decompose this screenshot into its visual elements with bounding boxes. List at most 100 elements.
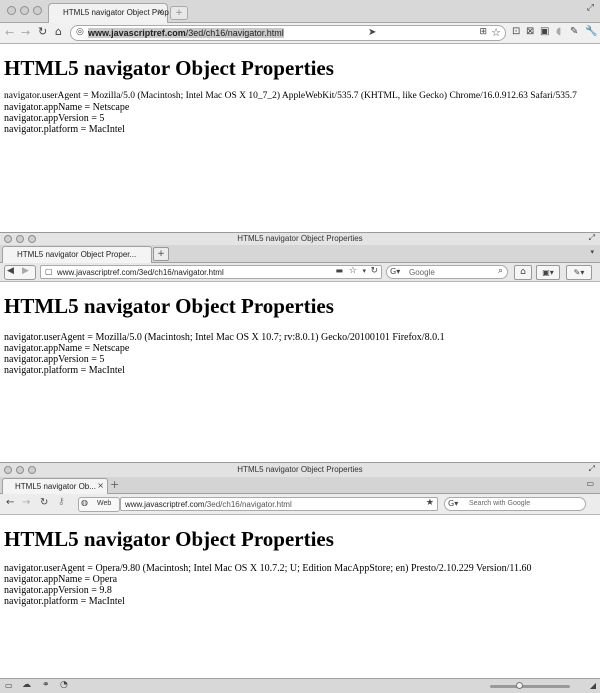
page-icon: ▢ — [45, 267, 53, 276]
fullscreen-icon[interactable]: ⤢ — [589, 233, 595, 243]
extension-badge-icon[interactable]: ⊞ — [479, 27, 487, 37]
firefox-search-box[interactable]: G▾ Google ⌕ — [386, 265, 508, 279]
speed-icon[interactable]: ◔ — [60, 680, 68, 690]
plus-icon: + — [157, 249, 165, 259]
tab-list-icon[interactable]: ▾ — [590, 248, 594, 256]
zoom-slider-thumb[interactable] — [516, 682, 523, 689]
search-icon[interactable]: ⌕ — [498, 266, 503, 276]
extension-icon-2[interactable]: ⊠ — [526, 26, 534, 37]
mouse-cursor-icon: ➤ — [368, 27, 377, 38]
url-domain: www.javascriptref.com — [88, 28, 186, 38]
page-heading: HTML5 navigator Object Properties — [4, 56, 334, 80]
firefox-tab-active[interactable]: HTML5 navigator Object Proper... — [2, 246, 152, 263]
firefox-tab-strip: HTML5 navigator Object Proper... + ▾ — [0, 245, 600, 263]
forward-icon[interactable]: → — [22, 497, 30, 508]
opera-title-bar: HTML5 navigator Object Properties ⤢ — [0, 462, 600, 477]
firefox-title-bar: HTML5 navigator Object Properties ⤢ — [0, 232, 600, 245]
home-icon[interactable]: ⌂ — [55, 25, 62, 38]
search-engine-icon[interactable]: G▾ — [448, 499, 458, 508]
close-tab-icon[interactable]: × — [97, 481, 104, 490]
key-icon[interactable]: ⚷ — [58, 497, 65, 507]
opera-tab-active[interactable]: HTML5 navigator Ob... × — [2, 478, 108, 494]
globe-icon: ◍ — [81, 498, 88, 507]
opera-search-box[interactable]: G▾ Search with Google — [444, 497, 586, 511]
fullscreen-icon[interactable]: ⤢ — [587, 3, 594, 13]
opera-page-content: HTML5 navigator Object Properties naviga… — [0, 527, 600, 607]
new-tab-button[interactable]: + — [110, 478, 119, 491]
firefox-page-content: HTML5 navigator Object Properties naviga… — [0, 294, 600, 376]
forward-icon[interactable]: → — [21, 26, 30, 39]
extension-icon-4[interactable]: ◖ — [556, 26, 561, 37]
forward-icon[interactable]: ▶ — [22, 266, 29, 276]
home-icon: ⌂ — [520, 267, 526, 277]
opera-toolbar: ← → ↻ ⚷ ◍ Web www.javascriptref.com/3ed/… — [0, 494, 600, 515]
search-engine-icon[interactable]: G▾ — [390, 267, 400, 276]
opera-tab-strip: HTML5 navigator Ob... × + ▭ — [0, 477, 600, 494]
history-dropdown-icon[interactable]: ▾ — [362, 267, 366, 275]
back-icon[interactable]: ◀ — [7, 266, 14, 276]
firefox-address-bar[interactable]: ▢ www.javascriptref.com/3ed/ch16/navigat… — [40, 265, 382, 279]
extension-icon-5[interactable]: ✎ — [570, 26, 578, 37]
wrench-menu-icon[interactable]: 🔧 — [585, 26, 597, 37]
share-icon[interactable]: ⚭ — [42, 680, 50, 690]
new-tab-button[interactable]: + — [170, 6, 188, 20]
zoom-window-button[interactable] — [33, 6, 42, 15]
app-name-line: navigator.appName = Netscape — [4, 343, 130, 354]
tab-title: HTML5 navigator Object Prop — [63, 8, 169, 17]
firefox-window: HTML5 navigator Object Properties ⤢ HTML… — [0, 232, 600, 462]
tab-stack-icon[interactable]: ▭ — [586, 479, 594, 488]
page-heading: HTML5 navigator Object Properties — [4, 294, 334, 318]
web-badge-label: Web — [97, 500, 112, 507]
url-text: www.javascriptref.com/3ed/ch16/navigator… — [57, 268, 224, 277]
addons-menu-button[interactable]: ✎▾ — [566, 265, 592, 280]
chrome-tab-strip: HTML5 navigator Object Prop × + ⤢ — [0, 0, 600, 23]
close-window-button[interactable] — [7, 6, 16, 15]
platform-line: navigator.platform = MacIntel — [4, 596, 125, 607]
cloud-icon[interactable]: ☁ — [22, 680, 31, 690]
chrome-tab-active[interactable]: HTML5 navigator Object Prop × — [48, 3, 169, 23]
app-version-line: navigator.appVersion = 5 — [4, 354, 105, 365]
back-forward-group: ◀ ▶ — [4, 265, 36, 280]
reload-icon[interactable]: ↻ — [40, 497, 48, 508]
tab-title: HTML5 navigator Ob... — [15, 482, 96, 491]
back-icon[interactable]: ← — [5, 26, 14, 39]
firefox-toolbar: ◀ ▶ ▢ www.javascriptref.com/3ed/ch16/nav… — [0, 263, 600, 282]
tab-title: HTML5 navigator Object Proper... — [17, 250, 137, 259]
reload-icon[interactable]: ↻ — [38, 25, 47, 38]
bookmarks-icon: ▣▾ — [542, 268, 554, 277]
search-placeholder: Search with Google — [469, 500, 531, 507]
fullscreen-icon[interactable]: ⤢ — [589, 464, 595, 474]
platform-line: navigator.platform = MacIntel — [4, 124, 125, 135]
star-bookmark-icon[interactable]: ☆ — [349, 266, 357, 276]
panel-toggle-icon[interactable]: ▭ — [5, 681, 13, 690]
url-path: /3ed/ch16/navigator.html — [185, 28, 284, 38]
new-tab-button[interactable]: + — [153, 247, 169, 261]
bookmarks-menu-button[interactable]: ▣▾ — [536, 265, 560, 280]
back-icon[interactable]: ← — [6, 497, 14, 508]
web-badge[interactable]: ◍ Web — [78, 497, 120, 512]
opera-address-bar[interactable]: www.javascriptref.com/3ed/ch16/navigator… — [120, 497, 438, 511]
url-path: /3ed/ch16/navigator.html — [204, 500, 292, 509]
extension-icon-3[interactable]: ▣ — [540, 26, 549, 37]
window-title: HTML5 navigator Object Properties — [237, 465, 363, 474]
zoom-slider[interactable] — [490, 682, 570, 689]
chrome-address-bar[interactable]: ◎ www.javascriptref.com/3ed/ch16/navigat… — [70, 25, 506, 41]
chrome-page-content: HTML5 navigator Object Properties naviga… — [0, 56, 600, 135]
page-icon: ◎ — [76, 27, 84, 37]
opera-status-bar: ▭ ☁ ⚭ ◔ ◢ — [0, 678, 600, 693]
reload-icon[interactable]: ↻ — [370, 266, 378, 276]
home-button[interactable]: ⌂ — [514, 265, 532, 280]
star-bookmark-icon[interactable]: ☆ — [491, 26, 501, 39]
resize-grip-icon[interactable]: ◢ — [590, 681, 596, 690]
minimize-window-button[interactable] — [20, 6, 29, 15]
url-domain: www.javascriptref.com — [125, 500, 205, 509]
plus-icon: + — [175, 8, 183, 18]
extension-icon-1[interactable]: ⊡ — [512, 26, 520, 37]
close-tab-icon[interactable]: × — [157, 7, 164, 16]
star-bookmark-icon[interactable]: ★ — [426, 498, 434, 508]
chrome-window: HTML5 navigator Object Prop × + ⤢ ← → ↻ … — [0, 0, 600, 232]
window-title: HTML5 navigator Object Properties — [237, 234, 363, 243]
user-agent-line: navigator.userAgent = Opera/9.80 (Macint… — [4, 563, 532, 574]
opera-window: HTML5 navigator Object Properties ⤢ HTML… — [0, 462, 600, 693]
app-version-line: navigator.appVersion = 9.8 — [4, 585, 112, 596]
